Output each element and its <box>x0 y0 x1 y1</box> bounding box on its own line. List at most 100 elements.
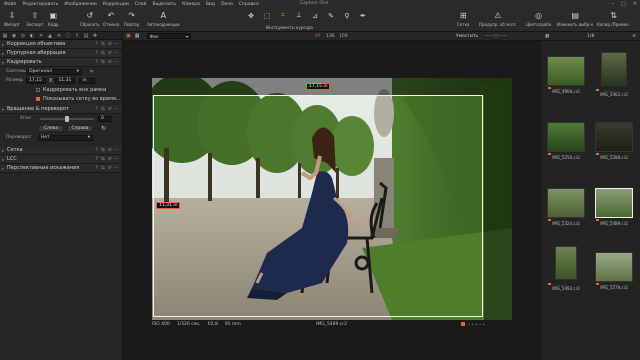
proof-button[interactable]: ◎ Цветопроба <box>526 10 551 28</box>
more-icon[interactable]: ⋯ <box>115 51 120 56</box>
reset-icon[interactable]: ↺ <box>108 42 112 47</box>
help-icon[interactable]: ? <box>96 51 98 56</box>
help-icon[interactable]: ? <box>96 166 98 171</box>
style-select[interactable]: Фон ▾ <box>147 33 191 39</box>
crop-height-input[interactable]: 11,31 <box>55 77 76 84</box>
more-icon[interactable]: ⋯ <box>115 42 120 47</box>
crop-icon[interactable]: ⌗ <box>90 68 93 76</box>
select-tool-icon[interactable]: ⬚ <box>262 11 272 20</box>
rotate-left-button[interactable]: Слева <box>38 124 64 132</box>
rotate-right-button[interactable]: Справа <box>67 124 93 132</box>
keystone-tool-icon[interactable]: ⊿ <box>310 11 320 20</box>
crop-outside-checkbox[interactable] <box>36 87 40 92</box>
help-icon[interactable]: ? <box>96 42 98 47</box>
reset-icon[interactable]: ↺ <box>108 148 112 153</box>
section-grid[interactable]: ▸ Сетка ? ⇆ ↺ ⋯ <box>0 146 122 155</box>
more-icon[interactable]: ⋯ <box>115 148 120 153</box>
rotate-free-icon[interactable]: ↻ <box>101 125 106 132</box>
angle-input[interactable]: 0 <box>98 115 112 122</box>
single-view-icon[interactable]: ▣ <box>126 33 131 39</box>
apply-icon[interactable]: ⇆ <box>101 166 105 171</box>
capture-tab-icon[interactable]: ◉ <box>11 33 17 39</box>
adjustments-tab-icon[interactable]: ≡ <box>56 33 62 39</box>
undo-button[interactable]: ↶ Отмена <box>103 10 119 28</box>
menu-view[interactable]: Вид <box>206 2 215 7</box>
section-lcc[interactable]: ▸ LCC ? ⇆ ↺ ⋯ <box>0 155 122 164</box>
rating-stars[interactable]: • • • • • <box>468 322 485 327</box>
section-crop[interactable]: ▾ Кадрировать ? ⇆ ↺ ⋯ <box>0 58 122 67</box>
menu-help[interactable]: Справка <box>239 2 259 7</box>
apply-icon[interactable]: ⇆ <box>101 51 105 56</box>
maximize-icon[interactable]: □ <box>621 1 626 7</box>
menu-adjustments[interactable]: Коррекции <box>103 2 129 7</box>
plugins-tab-icon[interactable]: ✚ <box>92 33 98 39</box>
library-tab-icon[interactable]: ▦ <box>2 33 8 39</box>
edit-selected-button[interactable]: ▤ Изменить выбр-е <box>557 10 593 28</box>
more-icon[interactable]: ⋯ <box>115 107 120 112</box>
thumbnail[interactable]: • • • • • IMG_5288.cr2 <box>593 122 635 164</box>
browser-menu-icon[interactable]: ≡ <box>632 34 636 39</box>
color-tag-icon[interactable] <box>461 322 465 326</box>
details-tab-icon[interactable]: ▲ <box>47 33 53 39</box>
photo-canvas[interactable]: 17,15 in 11,31 in <box>152 78 512 320</box>
angle-slider-knob[interactable] <box>65 115 69 122</box>
section-perspective[interactable]: ▸ Перспективные искажения ? ⇆ ↺ ⋯ <box>0 164 122 173</box>
batch-tab-icon[interactable]: ▤ <box>83 33 89 39</box>
apply-icon[interactable]: ⇆ <box>101 157 105 162</box>
annotate-tool-icon[interactable]: ✒ <box>358 11 368 20</box>
output-tab-icon[interactable]: ⇪ <box>74 33 80 39</box>
menu-file[interactable]: Файл <box>4 2 16 7</box>
apply-icon[interactable]: ⇆ <box>101 42 105 47</box>
auto-adjust-button[interactable]: A Автокоррекции <box>147 10 180 28</box>
thumbnail[interactable]: • • • • • IMG_5578.cr2 <box>593 252 635 294</box>
menu-select[interactable]: Выделить <box>152 2 176 7</box>
help-icon[interactable]: ? <box>96 60 98 65</box>
menu-window[interactable]: Окно <box>221 2 233 7</box>
reset-icon[interactable]: ↺ <box>108 107 112 112</box>
capture-button[interactable]: ▣ Кадр <box>48 10 59 28</box>
section-lens-correction[interactable]: ▸ Коррекция объектива ? ⇆ ↺ ⋯ <box>0 40 122 49</box>
straighten-tool-icon[interactable]: ⟂ <box>294 11 304 20</box>
fit-label[interactable]: Уместить <box>456 34 478 39</box>
crop-tool-icon[interactable]: ⌗ <box>278 11 288 20</box>
crop-frame[interactable] <box>153 95 483 317</box>
more-icon[interactable]: ⋯ <box>115 157 120 162</box>
thumbnail[interactable]: • • • • • IMG_5492.cr2 <box>545 246 587 291</box>
unit-select[interactable]: in <box>79 77 96 84</box>
ratio-select[interactable]: Оригинал ▾ <box>26 68 82 75</box>
crop-width-input[interactable]: 17,15 <box>26 77 46 84</box>
copy-apply-button[interactable]: ⇅ Копир./Примен. <box>597 10 630 28</box>
thumbnail-selected[interactable]: • • • • • IMG_5489.cr2 <box>593 188 635 230</box>
thumbnail[interactable]: • • • • • IMG_5062.cr2 <box>593 52 635 97</box>
lens-tab-icon[interactable]: ◍ <box>20 33 26 39</box>
reset-icon[interactable]: ↺ <box>108 51 112 56</box>
apply-icon[interactable]: ⇆ <box>101 148 105 153</box>
thumbnail[interactable]: • • • • • IMG_5250.cr2 <box>545 122 587 164</box>
multi-view-icon[interactable]: ▦ <box>135 33 140 39</box>
zoom-slider[interactable]: ——○—— <box>485 34 507 39</box>
thumbnail[interactable]: • • • • • IMG_5324.cr2 <box>545 188 587 230</box>
color-tab-icon[interactable]: ◐ <box>29 33 35 39</box>
menu-edit[interactable]: Редактировать <box>22 2 58 7</box>
menu-image[interactable]: Изображение <box>64 2 96 7</box>
exposure-tab-icon[interactable]: ☀ <box>38 33 44 39</box>
help-icon[interactable]: ? <box>96 148 98 153</box>
redo-button[interactable]: ↷ Повтор <box>124 10 139 28</box>
show-grid-checkbox[interactable] <box>36 96 40 101</box>
picker-tool-icon[interactable]: ⚲ <box>342 11 352 20</box>
import-button[interactable]: ⇩ Импорт <box>4 10 20 28</box>
section-purple-fringing[interactable]: ▸ Пурпурная аберрация ? ⇆ ↺ ⋯ <box>0 49 122 58</box>
minimize-icon[interactable]: – <box>612 1 615 7</box>
grid-button[interactable]: ⊞ Сетка <box>457 10 469 28</box>
menu-layer[interactable]: Слой <box>135 2 147 7</box>
help-icon[interactable]: ? <box>96 107 98 112</box>
close-icon[interactable]: ✕ <box>633 1 637 7</box>
reset-icon[interactable]: ↺ <box>108 157 112 162</box>
section-rotation[interactable]: ▾ Вращение & переворот ? ⇆ ↺ ⋯ <box>0 105 122 114</box>
menu-camera[interactable]: Камера <box>182 2 200 7</box>
browser-view-icon[interactable]: ▦ <box>545 34 549 39</box>
reset-icon[interactable]: ↺ <box>108 166 112 171</box>
flip-select[interactable]: Нет ▾ <box>38 134 93 141</box>
pan-tool-icon[interactable]: ✥ <box>246 11 256 20</box>
angle-slider[interactable] <box>40 115 94 122</box>
